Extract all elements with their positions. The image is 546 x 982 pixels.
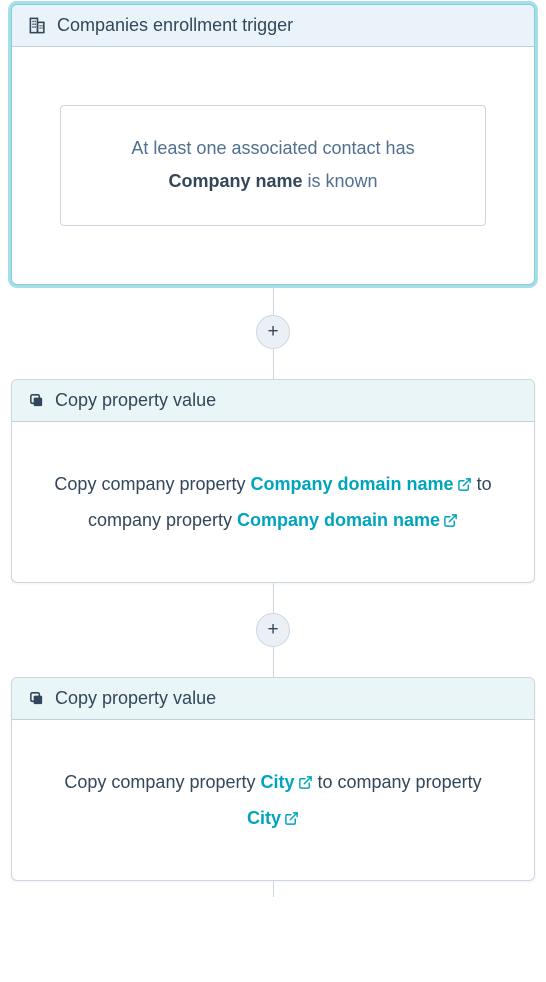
trigger-card-body: At least one associated contact has Comp…: [12, 47, 534, 284]
add-step-button[interactable]: +: [256, 613, 290, 647]
action-header-label: Copy property value: [55, 390, 216, 411]
connector-line: [273, 647, 274, 677]
connector-tail: [273, 881, 274, 897]
copy-icon: [28, 392, 45, 409]
action-header-label: Copy property value: [55, 688, 216, 709]
external-link-icon: [298, 775, 313, 790]
action-card-body: Copy company property Company domain nam…: [12, 422, 534, 582]
connector-line: [273, 285, 274, 315]
copy-property-card[interactable]: Copy property value Copy company propert…: [11, 379, 535, 583]
source-property-link[interactable]: City: [260, 772, 312, 792]
external-link-icon: [457, 477, 472, 492]
connector-line: [273, 881, 274, 897]
connector-line: [273, 349, 274, 379]
connector-1: +: [256, 285, 290, 379]
connector-line: [273, 583, 274, 613]
add-step-button[interactable]: +: [256, 315, 290, 349]
action-card-header: Copy property value: [12, 678, 534, 720]
copy-property-card[interactable]: Copy property value Copy company propert…: [11, 677, 535, 881]
external-link-icon: [284, 811, 299, 826]
action-card-body: Copy company property City to company pr…: [12, 720, 534, 880]
source-property-link[interactable]: Company domain name: [251, 474, 472, 494]
trigger-condition-pre: At least one associated contact has: [131, 138, 414, 158]
trigger-condition-property: Company name: [168, 171, 302, 191]
trigger-card-header: Companies enrollment trigger: [12, 5, 534, 47]
copy-icon: [28, 690, 45, 707]
trigger-condition-box: At least one associated contact has Comp…: [60, 105, 486, 226]
copy-text-pre: Copy company property: [54, 474, 250, 494]
trigger-header-label: Companies enrollment trigger: [57, 15, 293, 36]
plus-icon: +: [267, 620, 278, 639]
plus-icon: +: [267, 322, 278, 341]
enrollment-trigger-card[interactable]: Companies enrollment trigger At least on…: [11, 4, 535, 285]
action-card-header: Copy property value: [12, 380, 534, 422]
external-link-icon: [443, 513, 458, 528]
copy-text-pre: Copy company property: [64, 772, 260, 792]
target-property-link[interactable]: City: [247, 808, 299, 828]
copy-text-mid: to company property: [313, 772, 482, 792]
trigger-condition-post: is known: [303, 171, 378, 191]
connector-2: +: [256, 583, 290, 677]
building-icon: [28, 16, 47, 35]
target-property-link[interactable]: Company domain name: [237, 510, 458, 530]
